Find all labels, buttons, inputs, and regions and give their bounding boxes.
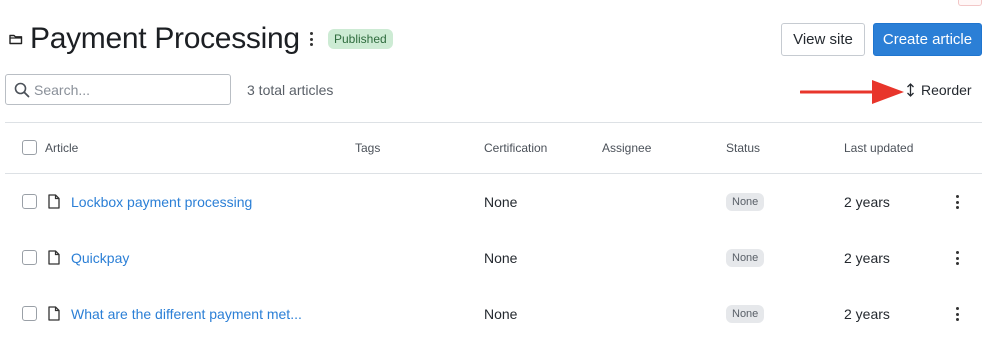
table-row[interactable]: Lockbox payment processing None None 2 y… xyxy=(5,174,982,230)
column-header-status: Status xyxy=(726,141,761,155)
column-header-tags: Tags xyxy=(355,141,381,155)
page: Payment Processing Published View site C… xyxy=(0,0,982,345)
reorder-label: Reorder xyxy=(921,82,972,98)
annotation-arrow xyxy=(800,80,904,104)
articles-table: Article Tags Certification Assignee Stat… xyxy=(5,122,982,342)
reorder-button[interactable]: Reorder xyxy=(906,80,972,100)
column-header-last-updated[interactable]: Last updated xyxy=(844,141,913,155)
create-article-button[interactable]: Create article xyxy=(873,23,982,56)
last-updated-cell: 2 years xyxy=(844,250,890,266)
title-more-menu-icon[interactable] xyxy=(305,30,317,48)
search-input[interactable] xyxy=(34,78,224,102)
article-link[interactable]: Lockbox payment processing xyxy=(71,194,252,210)
row-more-menu-icon[interactable] xyxy=(951,249,963,267)
row-checkbox[interactable] xyxy=(22,250,37,265)
certification-cell: None xyxy=(484,250,518,266)
status-badge: Published xyxy=(328,29,393,49)
status-pill: None xyxy=(726,193,765,211)
row-more-menu-icon[interactable] xyxy=(951,305,963,323)
column-header-certification: Certification xyxy=(484,141,548,155)
table-row[interactable]: What are the different payment met... No… xyxy=(5,286,982,342)
article-link[interactable]: Quickpay xyxy=(71,250,129,266)
total-articles-count: 3 total articles xyxy=(247,82,334,98)
certification-cell: None xyxy=(484,306,518,322)
search-field[interactable] xyxy=(5,74,231,105)
search-icon xyxy=(14,82,30,98)
reorder-arrows-icon xyxy=(907,83,914,97)
status-pill: None xyxy=(726,249,765,267)
select-all-checkbox[interactable] xyxy=(22,140,37,155)
last-updated-cell: 2 years xyxy=(844,306,890,322)
column-header-article[interactable]: Article xyxy=(45,141,78,155)
table-row[interactable]: Quickpay None None 2 years xyxy=(5,230,982,286)
row-checkbox[interactable] xyxy=(22,194,37,209)
article-link[interactable]: What are the different payment met... xyxy=(71,306,302,322)
document-icon xyxy=(48,306,60,321)
view-site-button[interactable]: View site xyxy=(781,23,865,56)
row-checkbox[interactable] xyxy=(22,306,37,321)
folder-icon xyxy=(9,34,23,45)
page-title: Payment Processing xyxy=(30,22,300,55)
last-updated-cell: 2 years xyxy=(844,194,890,210)
row-more-menu-icon[interactable] xyxy=(951,193,963,211)
certification-cell: None xyxy=(484,194,518,210)
document-icon xyxy=(48,194,60,209)
table-header: Article Tags Certification Assignee Stat… xyxy=(5,122,982,174)
corner-mark xyxy=(958,0,982,6)
column-header-assignee: Assignee xyxy=(602,141,652,155)
status-pill: None xyxy=(726,305,765,323)
document-icon xyxy=(48,250,60,265)
